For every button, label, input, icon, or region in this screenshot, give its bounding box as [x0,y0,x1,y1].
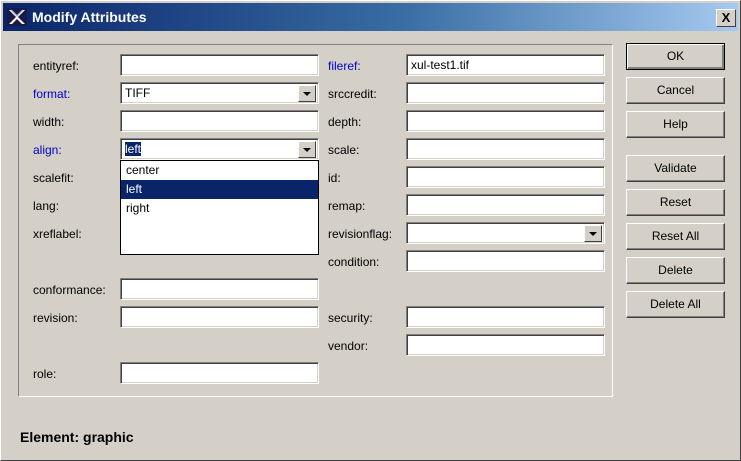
label-scalefit: scalefit: [33,171,74,185]
format-value: TIFF [125,86,151,100]
label-revision: revision: [33,311,78,325]
validate-button[interactable]: Validate [626,155,725,182]
ok-button[interactable]: OK [626,43,725,70]
element-status: Element: graphic [20,429,134,445]
condition-input[interactable] [406,250,605,272]
chevron-down-icon[interactable] [298,85,316,102]
label-fileref: fileref: [328,59,361,73]
label-role: role: [33,367,57,381]
label-vendor: vendor: [328,339,369,353]
label-xreflabel: xreflabel: [33,227,82,241]
delete-all-button[interactable]: Delete All [626,291,725,318]
label-depth: depth: [328,115,362,129]
srccredit-input[interactable] [406,82,605,104]
align-value: left [125,142,142,156]
label-lang: lang: [33,199,60,213]
align-dropdown-list[interactable]: center left right [120,160,319,255]
fileref-input[interactable]: xul-test1.tif [406,54,605,76]
entityref-input[interactable] [120,54,319,76]
id-input[interactable] [406,166,605,188]
window-title: Modify Attributes [32,9,147,25]
revision-input[interactable] [120,306,319,328]
format-select[interactable]: TIFF [120,82,319,104]
vendor-input[interactable] [406,334,605,356]
depth-input[interactable] [406,110,605,132]
help-button[interactable]: Help [626,111,725,138]
label-srccredit: srccredit: [328,87,377,101]
remap-input[interactable] [406,194,605,216]
align-option-right[interactable]: right [121,199,318,218]
cancel-button[interactable]: Cancel [626,77,725,104]
close-button[interactable]: X [716,9,736,27]
delete-button[interactable]: Delete [626,257,725,284]
label-remap: remap: [328,199,366,213]
label-conformance: conformance: [33,283,106,297]
align-option-left[interactable]: left [121,180,318,199]
label-entityref: entityref: [33,59,80,73]
reset-button[interactable]: Reset [626,189,725,216]
revisionflag-select[interactable] [406,222,605,244]
security-input[interactable] [406,306,605,328]
label-condition: condition: [328,255,380,269]
label-security: security: [328,311,373,325]
label-revisionflag: revisionflag: [328,227,393,241]
reset-all-button[interactable]: Reset All [626,223,725,250]
align-select[interactable]: left [120,138,319,160]
x-logo-icon [7,8,27,26]
label-align: align: [33,143,62,157]
role-input[interactable] [120,362,319,384]
width-input[interactable] [120,110,319,132]
label-width: width: [33,115,65,129]
label-format: format: [33,87,71,101]
scale-input[interactable] [406,138,605,160]
modify-attributes-dialog: Modify Attributes X entityref: format: T… [0,0,741,461]
label-scale: scale: [328,143,360,157]
align-option-center[interactable]: center [121,161,318,180]
chevron-down-icon[interactable] [298,141,316,158]
conformance-input[interactable] [120,278,319,300]
label-id: id: [328,171,341,185]
chevron-down-icon[interactable] [584,225,602,242]
title-bar[interactable]: Modify Attributes X [3,3,738,31]
